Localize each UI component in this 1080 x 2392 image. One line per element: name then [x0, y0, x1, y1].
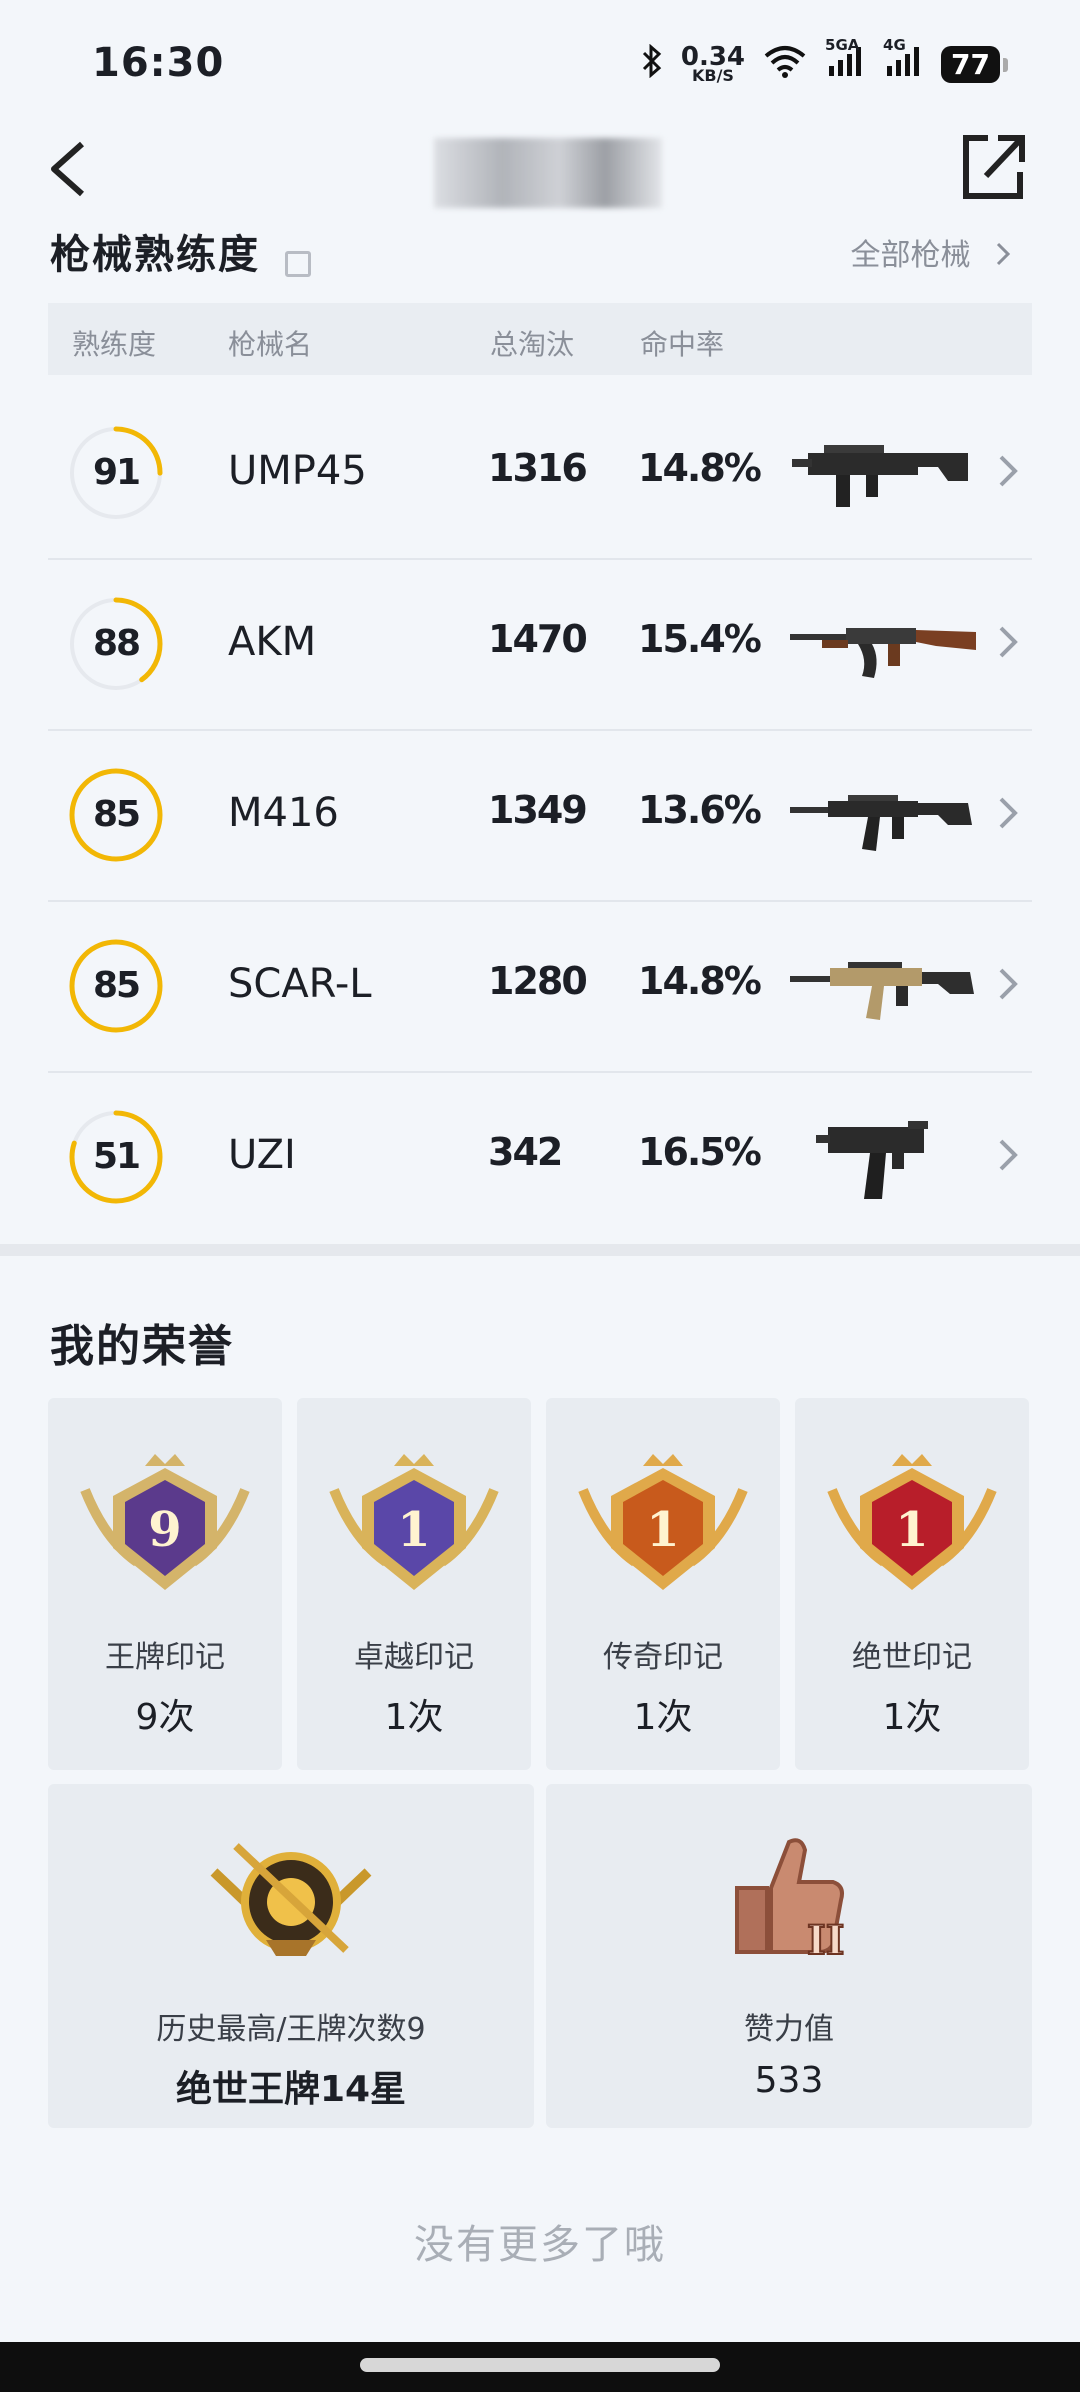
- weapon-accuracy: 13.6%: [638, 788, 762, 832]
- honor-badge-count: 1次: [384, 1697, 444, 1738]
- col-mastery: 熟练度: [72, 328, 157, 361]
- weapon-kills: 1349: [488, 788, 588, 832]
- share-button[interactable]: [958, 124, 1028, 204]
- mastery-value: 91: [92, 452, 141, 493]
- weapon-name: UMP45: [228, 448, 367, 494]
- mastery-value: 85: [92, 794, 141, 835]
- wifi-icon: [763, 44, 807, 85]
- nav-bar: [0, 110, 1080, 240]
- weapon-accuracy: 14.8%: [638, 959, 762, 1003]
- svg-text:1: 1: [397, 1502, 430, 1558]
- svg-text:1: 1: [895, 1502, 928, 1558]
- honor-badge-label: 王牌印记: [105, 1640, 225, 1675]
- mastery-value: 85: [92, 965, 141, 1006]
- honor-badge-card[interactable]: 1 绝世印记 1次: [795, 1398, 1029, 1770]
- chevron-right-icon[interactable]: [996, 451, 1020, 491]
- mastery-value: 51: [92, 1136, 141, 1177]
- history-best-value: 绝世王牌14星: [175, 2069, 407, 2110]
- chevron-right-icon: [996, 242, 1011, 266]
- thumbs-up-emblem-icon: II: [729, 1832, 849, 1966]
- weapon-row[interactable]: 85 SCAR-L 1280 14.8%: [48, 901, 1032, 1073]
- excellence-mark-emblem-icon: 1: [324, 1450, 504, 1614]
- col-kills: 总淘汰: [490, 328, 575, 361]
- rifle-akm-icon: [788, 594, 978, 694]
- honor-badge-count: 1次: [882, 1697, 942, 1738]
- honor-title: 我的荣誉: [50, 1321, 234, 1372]
- chevron-right-icon[interactable]: [996, 964, 1020, 1004]
- weapon-kills: 342: [488, 1130, 563, 1174]
- weapon-table-header: 熟练度 枪械名 总淘汰 命中率: [48, 303, 1032, 375]
- no-more-text: 没有更多了哦: [414, 2222, 666, 2268]
- signal-5g-icon: 5GA: [825, 36, 865, 85]
- weapon-name: UZI: [228, 1132, 296, 1178]
- honor-badge-count: 1次: [633, 1697, 693, 1738]
- weapon-section-header: 枪械熟练度 全部枪械: [50, 222, 1030, 282]
- peerless-mark-emblem-icon: 1: [822, 1450, 1002, 1614]
- svg-text:II: II: [807, 1917, 844, 1962]
- history-best-label: 历史最高/王牌次数9: [156, 2012, 426, 2047]
- honor-badge-card[interactable]: 9 王牌印记 9次: [48, 1398, 282, 1770]
- net-speed: 0.34 KB/S: [680, 41, 746, 85]
- weapon-row[interactable]: 85 M416 1349 13.6%: [48, 730, 1032, 902]
- like-power-label: 赞力值: [744, 2012, 834, 2047]
- section-title: 枪械熟练度: [50, 232, 260, 278]
- weapon-accuracy: 15.4%: [638, 617, 762, 661]
- weapon-accuracy: 14.8%: [638, 446, 762, 490]
- back-button[interactable]: [44, 124, 104, 214]
- chevron-right-icon[interactable]: [996, 793, 1020, 833]
- all-weapons-link[interactable]: 全部枪械: [850, 230, 1012, 274]
- home-indicator[interactable]: [360, 2358, 720, 2372]
- weapon-name: M416: [228, 790, 339, 836]
- col-name: 枪械名: [228, 328, 313, 361]
- weapon-kills: 1280: [488, 959, 588, 1003]
- svg-text:1: 1: [646, 1502, 679, 1558]
- weapon-row[interactable]: 88 AKM 1470 15.4%: [48, 559, 1032, 731]
- smg-uzi-icon: [788, 1107, 978, 1207]
- page-title-blurred: [434, 138, 662, 208]
- chevron-right-icon[interactable]: [996, 622, 1020, 662]
- battery-indicator: 77: [941, 46, 1008, 83]
- sniper-emblem-icon: [206, 1832, 376, 1966]
- like-power-card[interactable]: II 赞力值 533: [546, 1784, 1032, 2128]
- status-icons: 0.34 KB/S 5GA 4G 77: [641, 36, 1008, 85]
- honor-badge-label: 卓越印记: [354, 1640, 474, 1675]
- weapon-row[interactable]: 91 UMP45 1316 14.8%: [48, 388, 1032, 560]
- chevron-right-icon[interactable]: [996, 1135, 1020, 1175]
- weapon-kills: 1316: [488, 446, 588, 490]
- honor-badge-count: 9次: [135, 1697, 195, 1738]
- weapon-name: SCAR-L: [228, 961, 372, 1007]
- rifle-scarl-icon: [788, 936, 978, 1036]
- smg-ump45-icon: [788, 423, 978, 523]
- honor-badge-label: 传奇印记: [603, 1640, 723, 1675]
- weapon-kills: 1470: [488, 617, 588, 661]
- history-best-card[interactable]: 历史最高/王牌次数9 绝世王牌14星: [48, 1784, 534, 2128]
- section-divider: [0, 1244, 1080, 1256]
- weapon-name: AKM: [228, 619, 317, 665]
- ace-mark-emblem-icon: 9: [75, 1450, 255, 1614]
- share-icon: [963, 135, 1025, 199]
- info-icon[interactable]: [285, 250, 312, 277]
- honor-badge-card[interactable]: 1 卓越印记 1次: [297, 1398, 531, 1770]
- col-accuracy: 命中率: [640, 328, 725, 361]
- svg-text:9: 9: [148, 1502, 181, 1558]
- weapon-row[interactable]: 51 UZI 342 16.5%: [48, 1072, 1032, 1242]
- rifle-m416-icon: [788, 765, 978, 865]
- honor-badge-label: 绝世印记: [852, 1640, 972, 1675]
- bluetooth-icon: [641, 43, 663, 85]
- back-arrow-icon: [51, 141, 84, 197]
- status-time: 16:30: [92, 40, 225, 86]
- like-power-value: 533: [754, 2060, 824, 2101]
- mastery-value: 88: [92, 623, 141, 664]
- weapon-accuracy: 16.5%: [638, 1130, 762, 1174]
- signal-4g-icon: 4G: [883, 36, 923, 85]
- honor-badge-card[interactable]: 1 传奇印记 1次: [546, 1398, 780, 1770]
- legend-mark-emblem-icon: 1: [573, 1450, 753, 1614]
